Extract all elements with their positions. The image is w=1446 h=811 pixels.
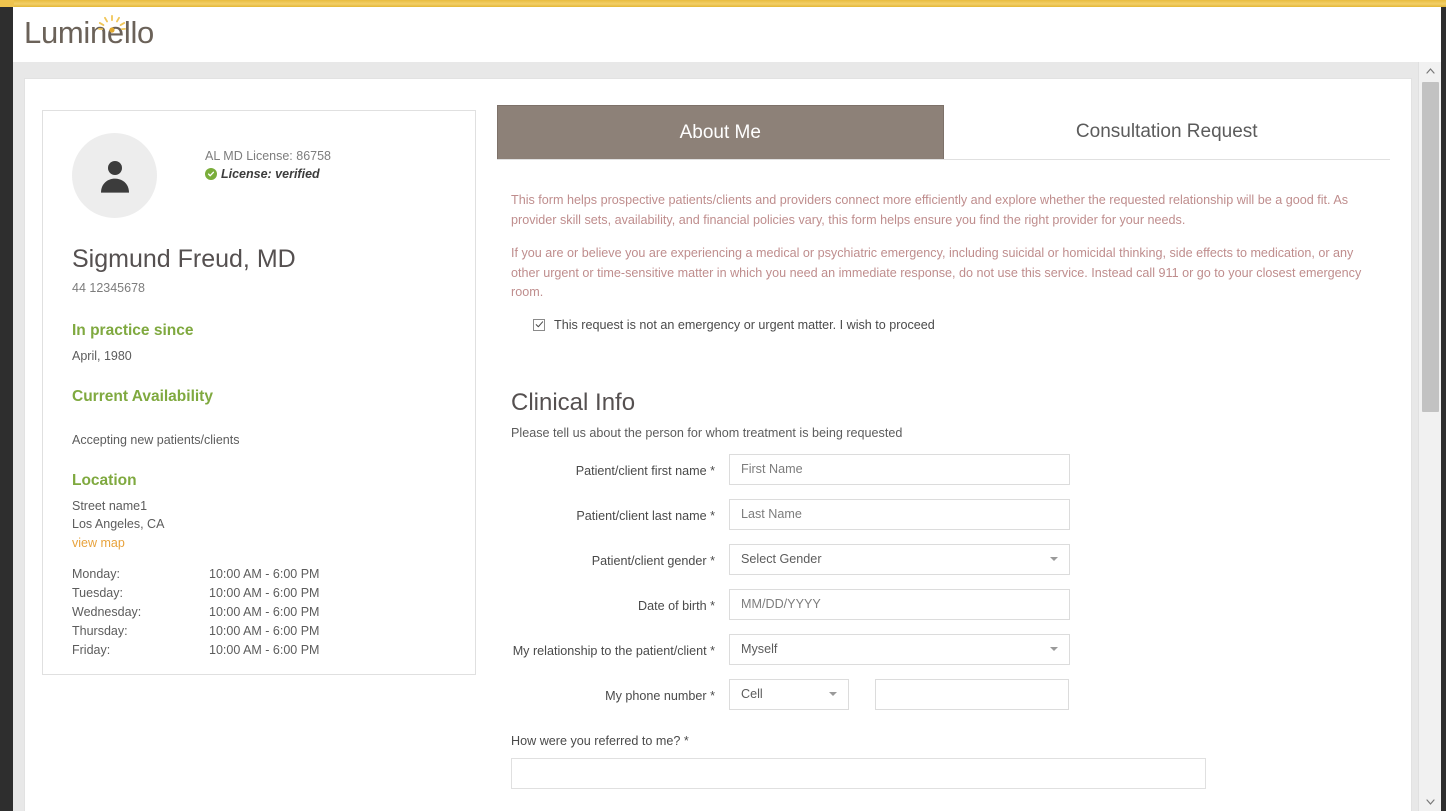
vertical-scrollbar[interactable]: [1418, 62, 1441, 811]
office-hours-day: Wednesday:: [72, 605, 142, 619]
office-hours-row: Monday: 10:00 AM - 6:00 PM: [72, 565, 442, 584]
control-dob: MM/DD/YYYY: [729, 588, 1070, 620]
view-map-link[interactable]: view map: [72, 536, 125, 550]
form-row-dob: Date of birth * MM/DD/YYYY: [497, 588, 1390, 620]
label-referral: How were you referred to me? *: [511, 733, 689, 748]
clinical-info-subtitle: Please tell us about the person for whom…: [511, 425, 903, 440]
tab-consultation-request[interactable]: Consultation Request: [944, 105, 1391, 159]
select-gender[interactable]: Select Gender: [729, 543, 1070, 575]
input-referral[interactable]: [511, 757, 1206, 789]
label-relationship: My relationship to the patient/client *: [512, 643, 715, 658]
clinical-info-form: Patient/client first name * First Name P…: [497, 453, 1390, 710]
logo-text: Luminello: [24, 15, 154, 50]
provider-profile-card: AL MD License: 86758 License: verified S…: [42, 110, 476, 675]
office-hours-time: 10:00 AM - 6:00 PM: [209, 624, 320, 638]
control-phone: Cell: [729, 678, 1069, 710]
chevron-down-icon: [1050, 557, 1058, 561]
intro-paragraph-1: This form helps prospective patients/cli…: [511, 193, 1349, 227]
avatar: [72, 133, 157, 218]
license-verified-status: License: verified: [205, 165, 331, 183]
chevron-down-icon: [1426, 799, 1435, 805]
top-accent-bar: [0, 0, 1446, 7]
control-last-name: Last Name: [729, 498, 1070, 530]
location-street: Street name1: [72, 499, 148, 513]
location-city-state: Los Angeles, CA: [72, 517, 165, 531]
office-hours-time: 10:00 AM - 6:00 PM: [209, 567, 320, 581]
chevron-down-icon: [1050, 647, 1058, 651]
select-relationship-value: Myself: [741, 642, 778, 656]
label-dob: Date of birth *: [637, 598, 715, 613]
input-first-name[interactable]: First Name: [729, 453, 1070, 485]
chevron-up-icon: [1426, 68, 1435, 74]
office-hours-row: Tuesday: 10:00 AM - 6:00 PM: [72, 584, 442, 603]
office-hours-day: Thursday:: [72, 624, 128, 638]
in-practice-heading: In practice since: [72, 322, 194, 339]
consent-row[interactable]: This request is not an emergency or urge…: [533, 318, 1376, 332]
label-phone: My phone number *: [605, 688, 715, 703]
office-hours-day: Tuesday:: [72, 586, 123, 600]
office-hours-day: Friday:: [72, 643, 111, 657]
top-accent-bar-inner: [14, 0, 1446, 7]
person-icon: [100, 160, 129, 193]
select-phone-type-value: Cell: [741, 687, 763, 701]
office-hours-time: 10:00 AM - 6:00 PM: [209, 605, 320, 619]
license-block: AL MD License: 86758 License: verified: [205, 147, 331, 183]
office-hours-day: Monday:: [72, 567, 120, 581]
logo[interactable]: Luminello: [24, 15, 154, 50]
office-hours-row: Friday: 10:00 AM - 6:00 PM: [72, 641, 442, 660]
availability-value: Accepting new patients/clients: [72, 433, 240, 447]
select-phone-type[interactable]: Cell: [729, 678, 849, 710]
form-row-relationship: My relationship to the patient/client * …: [497, 633, 1390, 665]
input-phone-number[interactable]: [875, 678, 1069, 710]
input-last-name[interactable]: Last Name: [729, 498, 1070, 530]
scrollbar-thumb[interactable]: [1422, 82, 1439, 412]
content-container: AL MD License: 86758 License: verified S…: [24, 78, 1412, 811]
clinical-info-title: Clinical Info: [511, 388, 636, 416]
form-row-last-name: Patient/client last name * Last Name: [497, 498, 1390, 530]
tab-bar: About Me Consultation Request: [497, 105, 1390, 160]
label-first-name: Patient/client first name *: [575, 463, 715, 478]
license-verified-label: License: verified: [221, 167, 320, 181]
consent-label: This request is not an emergency or urge…: [554, 317, 935, 332]
verified-check-icon: [205, 168, 217, 180]
location-heading: Location: [72, 472, 137, 489]
provider-phone: 44 12345678: [72, 281, 145, 295]
form-row-gender: Patient/client gender * Select Gender: [497, 543, 1390, 575]
referral-block: How were you referred to me? * What are …: [511, 734, 1376, 811]
label-gender: Patient/client gender *: [591, 553, 715, 568]
office-hours-time: 10:00 AM - 6:00 PM: [209, 643, 320, 657]
consent-checkbox[interactable]: [533, 318, 545, 331]
office-hours-list: Monday: 10:00 AM - 6:00 PM Tuesday: 10:0…: [72, 565, 442, 660]
control-gender: Select Gender: [729, 543, 1070, 575]
office-hours-time: 10:00 AM - 6:00 PM: [209, 586, 320, 600]
site-header: Luminello: [13, 7, 1441, 62]
intro-section: This form helps prospective patients/cli…: [511, 191, 1376, 332]
license-number: AL MD License: 86758: [205, 149, 332, 163]
window-chrome-left: [0, 7, 13, 811]
office-hours-row: Thursday: 10:00 AM - 6:00 PM: [72, 622, 442, 641]
input-date-of-birth[interactable]: MM/DD/YYYY: [729, 588, 1070, 620]
provider-name: Sigmund Freud, MD: [72, 245, 296, 273]
tab-about-me[interactable]: About Me: [497, 105, 944, 159]
chevron-down-icon: [829, 692, 837, 696]
right-panel: About Me Consultation Request This form …: [497, 105, 1390, 811]
control-first-name: First Name: [729, 453, 1070, 485]
window-chrome-right: [1441, 7, 1446, 811]
form-row-phone: My phone number * Cell: [497, 678, 1390, 710]
scrollbar-down-arrow[interactable]: [1419, 793, 1442, 811]
select-gender-value: Select Gender: [741, 552, 822, 566]
in-practice-value: April, 1980: [72, 349, 132, 363]
control-relationship: Myself: [729, 633, 1070, 665]
select-relationship[interactable]: Myself: [729, 633, 1070, 665]
checkmark-icon: [535, 321, 543, 328]
sunburst-icon: [98, 15, 126, 33]
form-row-first-name: Patient/client first name * First Name: [497, 453, 1390, 485]
label-last-name: Patient/client last name *: [576, 508, 715, 523]
availability-heading: Current Availability: [72, 388, 213, 405]
scrollbar-up-arrow[interactable]: [1419, 62, 1442, 80]
browser-viewport: Luminello AL MD License: 86758 License: …: [0, 0, 1446, 811]
office-hours-row: Wednesday: 10:00 AM - 6:00 PM: [72, 603, 442, 622]
intro-paragraph-2: If you are or believe you are experienci…: [511, 246, 1362, 299]
